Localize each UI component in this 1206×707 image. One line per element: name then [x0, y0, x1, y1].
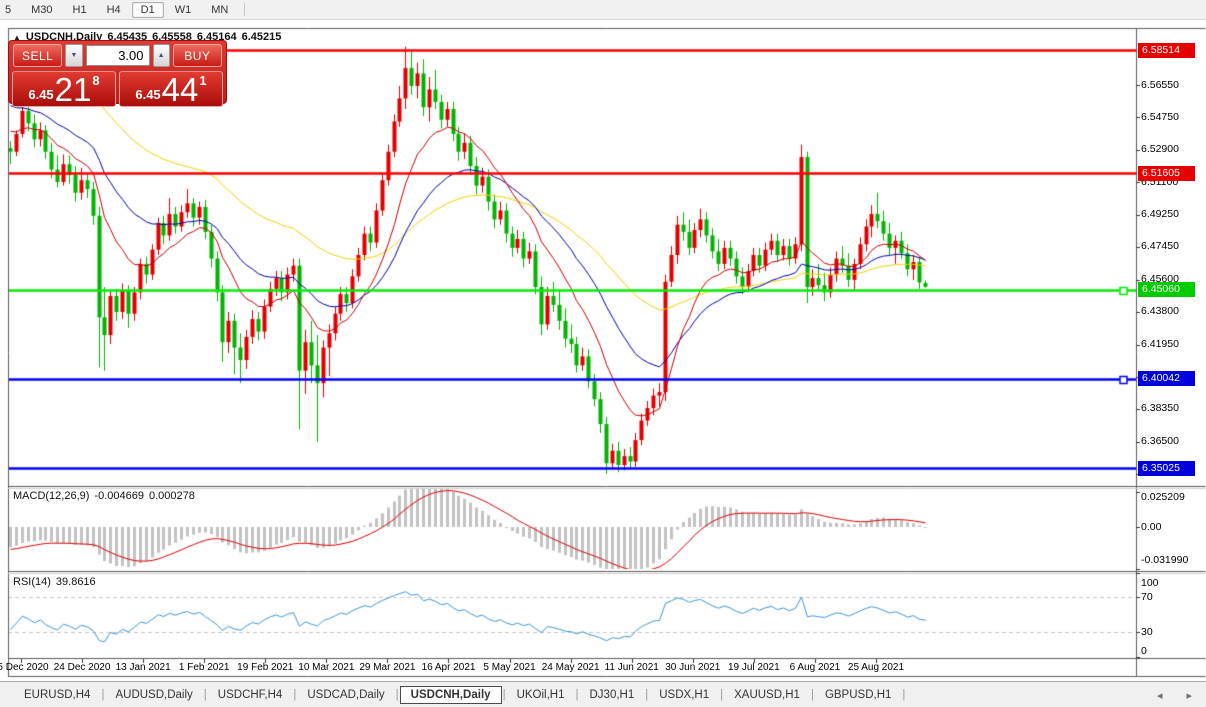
chart-tab-audusd-daily[interactable]: AUDUSD,Daily: [105, 686, 202, 704]
timeframe-toolbar: 5M30H1H4D1W1MN: [0, 0, 1206, 20]
chart-tab-gbpusd-h1[interactable]: GBPUSD,H1: [815, 686, 901, 704]
macd-indicator-label: MACD(12,26,9) -0.004669 0.000278: [13, 490, 195, 502]
timeframe-button-d1[interactable]: D1: [132, 2, 164, 18]
rsi-indicator-label: RSI(14) 39.8616: [13, 576, 96, 588]
price-level-badge: 6.40042: [1138, 371, 1195, 386]
rsi-scale-label: 0: [1141, 645, 1147, 657]
timeframe-button-m30[interactable]: M30: [22, 2, 61, 18]
price-level-badge: 6.58514: [1138, 43, 1195, 58]
price-axis-tick: 6.52900: [1141, 143, 1179, 155]
buy-price-display[interactable]: 6.45 44 1: [119, 71, 223, 107]
timeframe-button-mn[interactable]: MN: [202, 2, 237, 18]
rsi-value: 39.8616: [56, 576, 96, 588]
date-axis-label: 13 Jan 2021: [116, 662, 171, 673]
price-axis-tick: 6.54750: [1141, 111, 1179, 123]
date-axis-label: 24 May 2021: [542, 662, 600, 673]
chart-tab-xauusd-h1[interactable]: XAUUSD,H1: [724, 686, 810, 704]
chart-tab-usdchf-h4[interactable]: USDCHF,H4: [208, 686, 293, 704]
price-axis-tick: 6.38350: [1141, 402, 1179, 414]
sell-price-display[interactable]: 6.45 21 8: [12, 71, 116, 107]
macd-main-value: -0.004669: [94, 490, 144, 502]
date-axis-label: 25 Aug 2021: [848, 662, 904, 673]
date-axis-label: 10 Mar 2021: [298, 662, 354, 673]
price-axis-tick: 6.41950: [1141, 338, 1179, 350]
sell-price-prefix: 6.45: [28, 87, 53, 102]
chart-tab-bar: EURUSD,H4|AUDUSD,Daily|USDCHF,H4|USDCAD,…: [0, 681, 1206, 707]
chart-tab-usdcad-daily[interactable]: USDCAD,Daily: [297, 686, 394, 704]
tab-scroll-left-icon[interactable]: ◂: [1157, 689, 1163, 702]
price-axis-tick: 6.43800: [1141, 305, 1179, 317]
rsi-scale-label: 30: [1141, 626, 1153, 638]
macd-scale-label: -0.031990: [1141, 554, 1188, 566]
volume-increase-button[interactable]: ▲: [153, 44, 170, 67]
sell-price-big: 21: [55, 75, 92, 105]
buy-price-big: 44: [162, 75, 199, 105]
chevron-up-icon: ▲: [158, 52, 165, 59]
chart-tab-usdx-h1[interactable]: USDX,H1: [649, 686, 719, 704]
buy-price-prefix: 6.45: [135, 87, 160, 102]
macd-scale-label: 0.00: [1141, 521, 1161, 533]
macd-scale-label: 0.025209: [1141, 491, 1185, 503]
price-axis-tick: 6.36500: [1141, 435, 1179, 447]
date-axis-label: 30 Jun 2021: [665, 662, 720, 673]
sell-button[interactable]: SELL: [13, 44, 62, 67]
terminal-window: 5M30H1H4D1W1MN ▲ USDCNH,Daily 6.45435 6.…: [0, 0, 1206, 707]
price-axis-tick: 6.49250: [1141, 208, 1179, 220]
one-click-trading-panel: SELL ▼ ▲ BUY 6.45 21 8 6.45 44 1: [8, 40, 227, 104]
sell-price-pip: 8: [92, 73, 99, 88]
date-axis-label: 11 Jun 2021: [605, 662, 659, 673]
price-axis-tick: 6.47450: [1141, 240, 1179, 252]
buy-price-pip: 1: [199, 73, 206, 88]
date-axis-label: 1 Feb 2021: [179, 662, 230, 673]
timeframe-button-h1[interactable]: H1: [64, 2, 96, 18]
tab-separator: |: [901, 689, 906, 701]
tab-scroll-right-icon[interactable]: ▸: [1186, 689, 1192, 702]
chevron-down-icon: ▼: [70, 52, 77, 59]
date-axis-label: 19 Jul 2021: [728, 662, 780, 673]
date-axis-label: 5 Dec 2020: [0, 662, 49, 673]
chart-tab-usdcnh-daily[interactable]: USDCNH,Daily: [400, 686, 502, 704]
date-axis-label: 5 May 2021: [483, 662, 535, 673]
date-axis-label: 24 Dec 2020: [54, 662, 111, 673]
price-level-badge: 6.35025: [1138, 461, 1195, 476]
price-level-badge: 6.51605: [1138, 166, 1195, 181]
volume-decrease-button[interactable]: ▼: [65, 44, 82, 67]
rsi-scale-label: 70: [1141, 591, 1153, 603]
date-axis-label: 16 Apr 2021: [422, 662, 476, 673]
price-axis-tick: 6.56550: [1141, 79, 1179, 91]
date-axis-label: 6 Aug 2021: [790, 662, 841, 673]
buy-button[interactable]: BUY: [173, 44, 222, 67]
date-axis-label: 19 Feb 2021: [237, 662, 293, 673]
toolbar-separator: [244, 3, 245, 16]
chart-tab-eurusd-h4[interactable]: EURUSD,H4: [14, 686, 100, 704]
timeframe-button-5[interactable]: 5: [1, 2, 20, 18]
date-axis-label: 29 Mar 2021: [359, 662, 415, 673]
chart-tab-ukoil-h1[interactable]: UKOil,H1: [507, 686, 575, 704]
chart-tab-dj30-h1[interactable]: DJ30,H1: [580, 686, 645, 704]
tab-scroll-arrows: ◂ ▸: [1157, 689, 1192, 702]
timeframe-button-h4[interactable]: H4: [98, 2, 130, 18]
rsi-scale-label: 100: [1141, 577, 1159, 589]
volume-input[interactable]: [86, 45, 150, 66]
macd-signal-value: 0.000278: [149, 490, 195, 502]
price-level-badge: 6.45060: [1138, 282, 1195, 297]
timeframe-button-w1[interactable]: W1: [166, 2, 201, 18]
quote-close: 6.45215: [242, 31, 282, 43]
